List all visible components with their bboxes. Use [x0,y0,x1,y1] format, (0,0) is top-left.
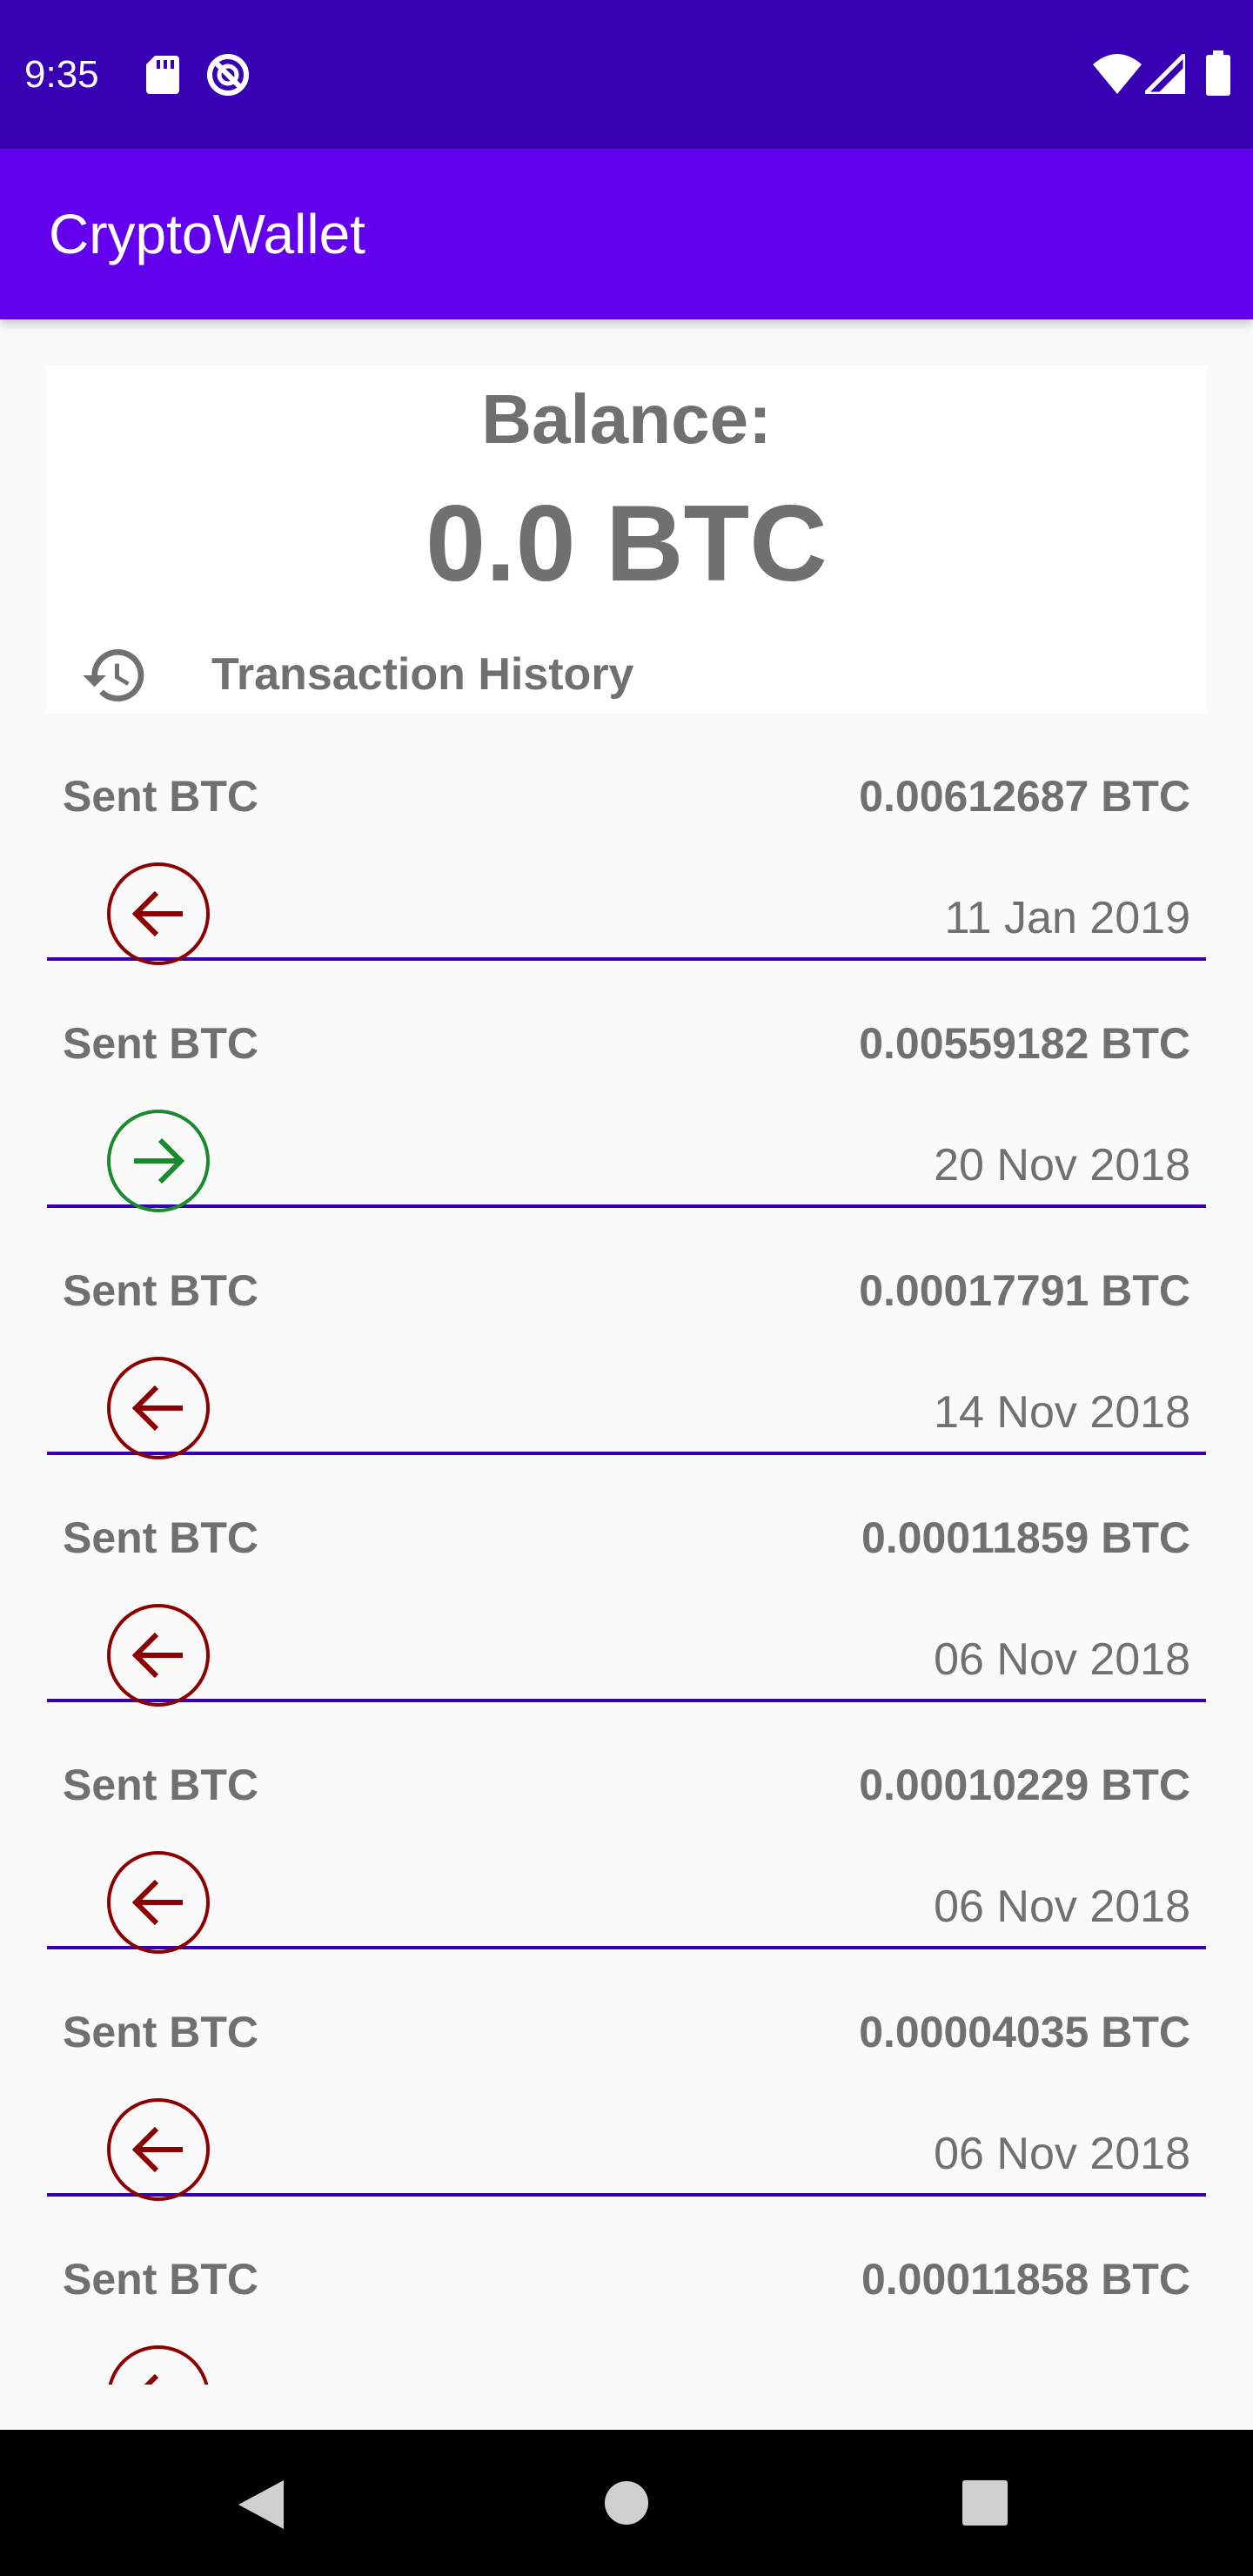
history-icon [83,649,144,701]
wifi-icon [1093,54,1142,94]
do-not-disturb-icon [207,54,249,96]
sent-arrow-icon [107,2098,210,2201]
transaction-amount: 0.00612687 BTC [859,772,1190,821]
transaction-date: 11 Jan 2019 [944,893,1190,943]
transaction-date: 06 Nov 2018 [934,2129,1190,2179]
transaction-row[interactable]: Sent BTC 0.00004035 BTC 06 Nov 2018 [47,1949,1206,2201]
sent-arrow-icon [107,1604,210,1707]
transaction-title: Sent BTC [63,1019,258,1068]
transaction-title: Sent BTC [63,1513,258,1562]
app-title: CryptoWallet [49,203,365,265]
status-bar: 9:35 [0,0,1253,149]
transaction-amount: 0.00010229 BTC [859,1761,1190,1809]
transaction-title: Sent BTC [63,2008,258,2056]
battery-icon [1206,50,1230,96]
transaction-row[interactable]: Sent BTC 0.00011859 BTC 06 Nov 2018 [47,1455,1206,1707]
transaction-row[interactable]: Sent BTC 0.00559182 BTC 20 Nov 2018 [47,961,1206,1212]
transaction-amount: 0.00017791 BTC [859,1266,1190,1315]
recents-icon[interactable] [962,2480,1008,2526]
cell-signal-icon [1145,54,1185,94]
navigation-bar [0,2430,1253,2576]
transaction-title: Sent BTC [63,1761,258,1809]
transaction-row[interactable]: Sent BTC 0.00017791 BTC 14 Nov 2018 [47,1208,1206,1459]
status-time: 9:35 [24,53,99,96]
transaction-title: Sent BTC [63,1266,258,1315]
transaction-date: 06 Nov 2018 [934,1882,1190,1932]
sent-arrow-icon [108,2345,209,2385]
transaction-date: 06 Nov 2018 [934,1634,1190,1685]
sd-card-icon [146,56,179,94]
transaction-row[interactable]: Sent BTC 0.00010229 BTC 06 Nov 2018 [47,1702,1206,1954]
balance-label: Balance: [481,380,772,458]
sent-arrow-icon [107,862,210,965]
transaction-amount: 0.00011858 BTC [861,2255,1190,2304]
transaction-date: 20 Nov 2018 [934,1140,1190,1191]
balance-value: 0.0 BTC [425,484,828,604]
home-icon[interactable] [604,2480,649,2526]
transaction-date: 14 Nov 2018 [934,1387,1190,1438]
balance-card: Balance: 0.0 BTC Transaction History [47,366,1206,714]
received-arrow-icon [107,1110,210,1212]
transaction-amount: 0.00011859 BTC [861,1513,1190,1562]
transaction-amount: 0.00559182 BTC [859,1019,1190,1068]
transaction-list[interactable]: Sent BTC 0.00612687 BTC 11 Jan 2019 Sent… [47,714,1206,2385]
transaction-title: Sent BTC [63,2255,258,2304]
back-icon[interactable] [237,2479,285,2531]
sent-arrow-icon [107,1357,210,1459]
transaction-amount: 0.00004035 BTC [859,2008,1190,2056]
transaction-title: Sent BTC [63,772,258,821]
transaction-row[interactable]: Sent BTC 0.00011858 BTC [47,2197,1206,2385]
app-bar: CryptoWallet [0,149,1253,319]
sent-arrow-icon [107,1851,210,1954]
transaction-row[interactable]: Sent BTC 0.00612687 BTC 11 Jan 2019 [47,714,1206,965]
transaction-history-title: Transaction History [211,649,634,700]
